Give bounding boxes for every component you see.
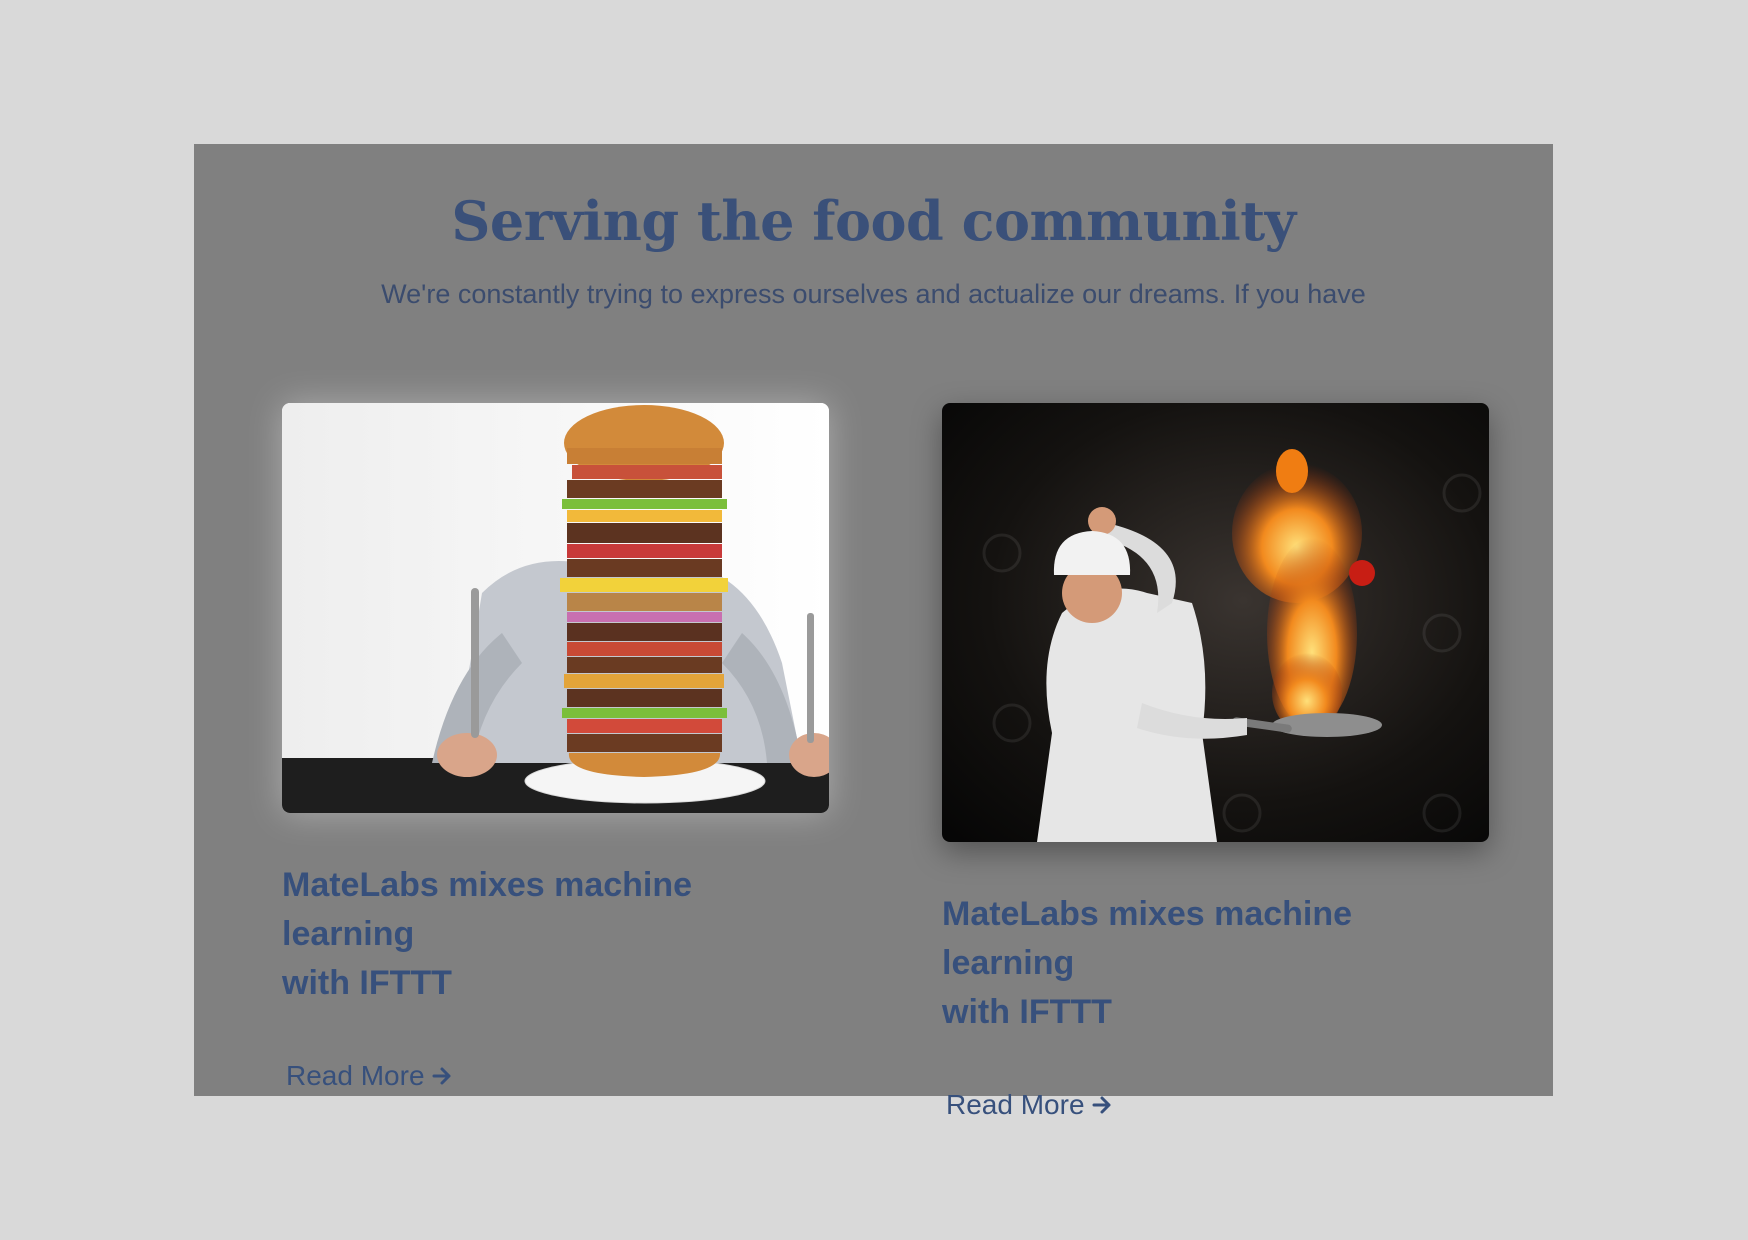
blog-card-2: MateLabs mixes machine learning with IFT… (942, 403, 1489, 1121)
card-title[interactable]: MateLabs mixes machine learning with IFT… (942, 890, 1489, 1037)
card-title-line[interactable]: MateLabs mixes machine learning (942, 890, 1489, 988)
arrow-right-icon (1091, 1094, 1113, 1116)
blog-card-1: MateLabs mixes machine learning with IFT… (282, 403, 829, 1092)
read-more-label[interactable]: Read More (946, 1089, 1085, 1121)
card-title-line[interactable]: MateLabs mixes machine learning (282, 861, 829, 959)
section-title: Serving the food community (451, 189, 1296, 253)
blog-section: Serving the food community We're constan… (194, 144, 1553, 1120)
read-more-link[interactable]: Read More (946, 1089, 1113, 1121)
card-title-line[interactable]: with IFTTT (282, 959, 829, 1008)
burger-stack-photo[interactable] (282, 403, 829, 813)
read-more-link[interactable]: Read More (286, 1060, 453, 1092)
card-title[interactable]: MateLabs mixes machine learning with IFT… (282, 861, 829, 1008)
card-title-line[interactable]: with IFTTT (942, 988, 1489, 1037)
read-more-label[interactable]: Read More (286, 1060, 425, 1092)
section-subtitle: We're constantly trying to express ourse… (381, 279, 1366, 309)
arrow-right-icon (431, 1065, 453, 1087)
chef-flaming-pan-photo[interactable] (942, 403, 1489, 842)
